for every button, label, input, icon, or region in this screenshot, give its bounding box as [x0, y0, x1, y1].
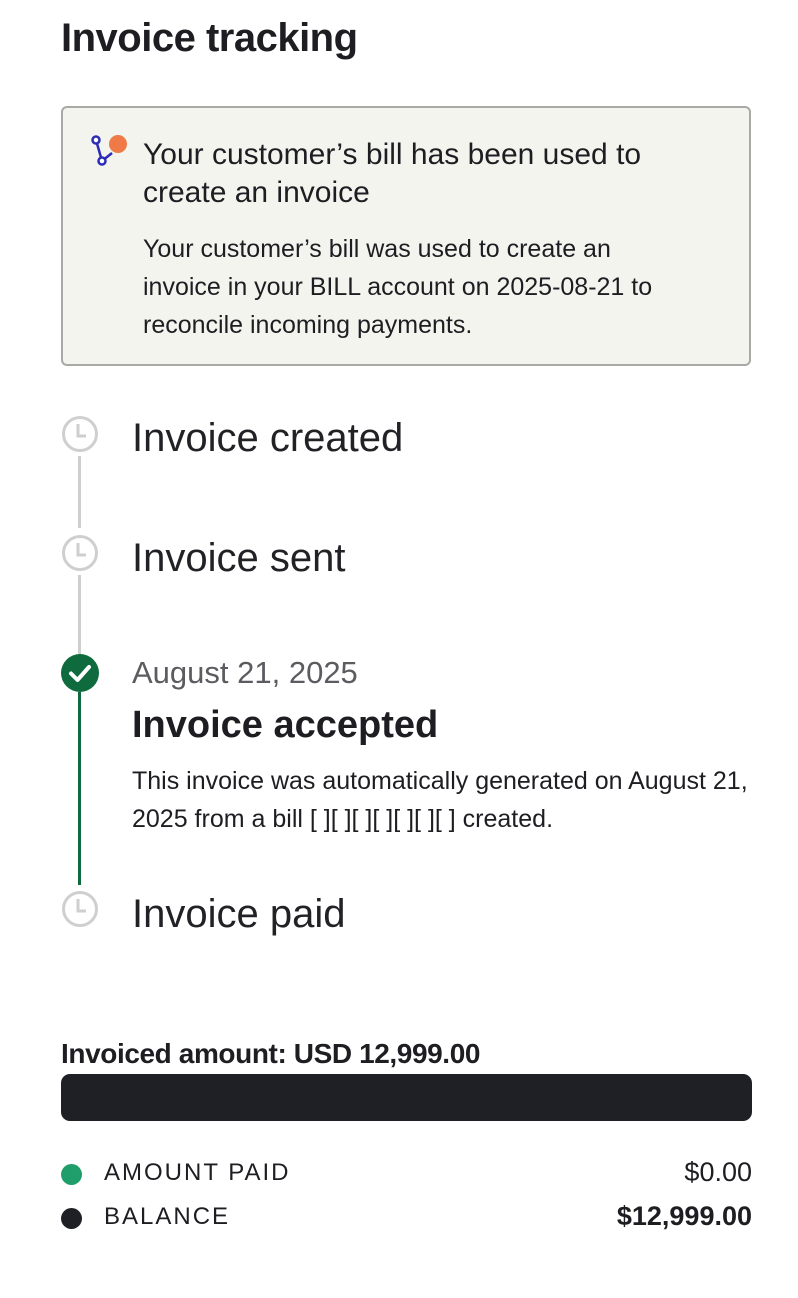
timeline-connector — [78, 575, 81, 655]
balance-value: $12,999.00 — [616, 1201, 752, 1231]
invoice-timeline: Invoice created Invoice sent August 21, … — [0, 0, 798, 1000]
payment-progress-bar — [61, 1074, 752, 1121]
clock-icon — [62, 416, 98, 452]
amount-paid-label: AMOUNT PAID — [104, 1159, 291, 1186]
balance-dot — [61, 1208, 82, 1229]
timeline-step-sent: Invoice sent — [132, 536, 346, 580]
timeline-step-paid: Invoice paid — [132, 892, 346, 936]
timeline-step-accepted: Invoice accepted — [132, 704, 439, 746]
legend-row-balance: BALANCE $12,999.00 — [61, 1199, 752, 1239]
legend-row-amount-paid: AMOUNT PAID $0.00 — [61, 1155, 752, 1195]
timeline-step-description: This invoice was automatically generated… — [132, 767, 748, 833]
timeline-connector — [78, 456, 81, 528]
timeline-step-date: August 21, 2025 — [132, 655, 358, 690]
timeline-connector-complete — [78, 692, 81, 885]
amount-paid-dot — [61, 1164, 82, 1185]
clock-icon — [62, 891, 98, 927]
balance-label: BALANCE — [104, 1203, 231, 1230]
clock-icon — [62, 535, 98, 571]
invoiced-amount-title: Invoiced amount: USD 12,999.00 — [61, 1038, 481, 1069]
check-circle-icon — [61, 654, 99, 692]
timeline-step-created: Invoice created — [132, 416, 404, 460]
amount-paid-value: $0.00 — [684, 1157, 752, 1187]
